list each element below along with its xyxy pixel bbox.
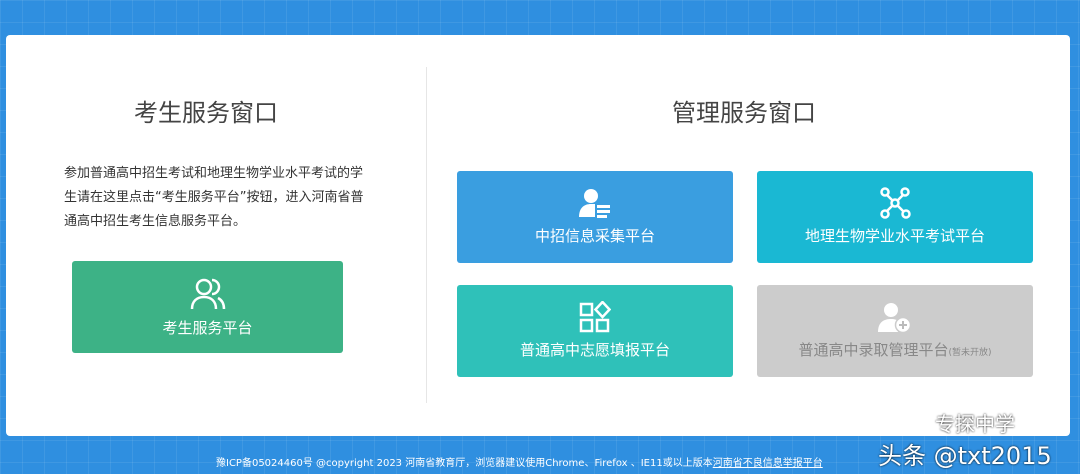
info-collection-button[interactable]: 中招信息采集平台: [457, 171, 733, 263]
users-icon: [190, 278, 225, 310]
student-window-title: 考生服务窗口: [134, 99, 278, 127]
report-platform-link[interactable]: 河南省不良信息举报平台: [713, 458, 823, 469]
divider: [426, 67, 427, 403]
watermark-top: 专探中学: [935, 412, 1015, 436]
student-service-label: 考生服务平台: [162, 319, 253, 337]
student-description: 参加普通高中招生考试和地理生物学业水平考试的学生请在这里点击“考生服务平台”按钮…: [64, 166, 364, 229]
network-icon: [880, 187, 911, 219]
volunteer-application-label: 普通高中志愿填报平台: [519, 341, 670, 359]
info-collection-label: 中招信息采集平台: [534, 227, 655, 245]
footer: 豫ICP备05024460号 @copyright 2023 河南省教育厅，浏览…: [216, 454, 823, 469]
admission-management-label: 普通高中录取管理平台: [798, 341, 949, 359]
user-add-icon: [878, 303, 912, 333]
footer-text: 豫ICP备05024460号 @copyright 2023 河南省教育厅，浏览…: [216, 458, 713, 469]
apps-icon: [579, 301, 611, 333]
admission-management-button[interactable]: 普通高中录取管理平台(暂未开放): [757, 285, 1033, 377]
geo-bio-exam-button[interactable]: 地理生物学业水平考试平台: [757, 171, 1033, 263]
watermark-bottom: 头条 @txt2015: [878, 442, 1052, 470]
not-open-note: (暂未开放): [948, 348, 992, 358]
geo-bio-exam-label: 地理生物学业水平考试平台: [804, 227, 985, 245]
user-list-icon: [579, 189, 610, 218]
student-service-button[interactable]: 考生服务平台: [72, 261, 343, 353]
admin-window-title: 管理服务窗口: [672, 99, 816, 127]
volunteer-application-button[interactable]: 普通高中志愿填报平台: [457, 285, 733, 377]
main-card: 考生服务窗口 参加普通高中招生考试和地理生物学业水平考试的学生请在这里点击“考生…: [6, 35, 1070, 436]
